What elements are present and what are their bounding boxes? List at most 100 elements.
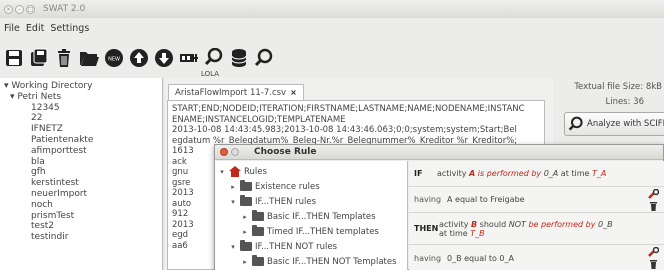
choose-rule-dialog: Choose Rule ▾ Rules ▸ Existence rules ▾ …	[214, 144, 664, 270]
rule-category-existence[interactable]: ▸ Existence rules	[215, 179, 407, 194]
then-text: should	[477, 219, 509, 229]
having-keyword: having	[414, 253, 442, 263]
tree-item[interactable]: 22	[0, 113, 162, 124]
tree-item[interactable]: kerstintest	[0, 178, 162, 189]
if-keyword: IF	[414, 169, 423, 178]
tree-item[interactable]: bla	[0, 157, 162, 168]
save-button[interactable]	[2, 44, 26, 72]
search-icon	[568, 116, 583, 131]
wrench-icon[interactable]	[647, 247, 659, 258]
then-text: at time	[439, 228, 471, 238]
tree-item[interactable]: neuerImport	[0, 189, 162, 200]
wrench-icon[interactable]	[647, 189, 659, 200]
upload-button[interactable]	[127, 44, 151, 72]
menu-settings[interactable]: Settings	[50, 23, 89, 34]
tree-group-petri-nets[interactable]: ▾ Petri Nets	[0, 92, 162, 103]
folder-icon	[252, 225, 264, 236]
if-text: at time	[558, 169, 593, 178]
search-button[interactable]	[252, 44, 276, 72]
agent-a: 0_A	[543, 169, 559, 178]
rule-having-row-2: having 0_B equal to 0_A	[409, 245, 664, 270]
then-text: be performed by	[525, 219, 598, 229]
then-keyword: THEN	[414, 224, 439, 233]
having-keyword: having	[414, 195, 442, 204]
menu-bar: File Edit Settings	[0, 18, 664, 38]
dialog-title: Choose Rule	[254, 147, 317, 157]
tree-item[interactable]: IFNETZ	[0, 124, 162, 135]
tree-item[interactable]: afimporttest	[0, 146, 162, 157]
having-condition-1: A equal to Freigabe	[447, 195, 525, 204]
rule-category-if-then-not[interactable]: ▾ IF...THEN NOT rules	[215, 239, 407, 254]
tab-file-label: AristaFlowImport 11-7.csv	[175, 88, 287, 98]
tree-item[interactable]: gfh	[0, 167, 162, 178]
svg-text:NEW: NEW	[108, 57, 120, 63]
file-line: 2013-10-08 14:43:45.983;2013-10-08 14:43…	[172, 125, 517, 135]
tree-group-label: Petri Nets	[17, 91, 62, 102]
if-condition: activity A is performed by 0_A at time T…	[437, 169, 606, 178]
folder-icon	[240, 240, 252, 251]
rule-tree-label: Existence rules	[255, 181, 320, 192]
save-as-icon	[31, 48, 48, 66]
folder-icon	[240, 195, 252, 206]
download-button[interactable]	[152, 44, 176, 72]
close-window-button[interactable]: ×	[4, 4, 13, 14]
tree-root[interactable]: ▾ Working Directory	[0, 81, 162, 92]
chevron-down-icon: ▾	[231, 242, 235, 251]
arrow-up-circle-icon	[130, 49, 148, 67]
window-title: SWAT 2.0	[43, 4, 86, 14]
rule-category-if-then[interactable]: ▾ IF...THEN rules	[215, 194, 407, 209]
rule-tree-label: Basic IF...THEN Templates	[267, 211, 376, 222]
save-icon	[6, 50, 22, 66]
file-line: START;END;NODEID;ITERATION;FIRSTNAME;LAS…	[172, 104, 525, 114]
tree-item[interactable]: Patientenakte	[0, 135, 162, 146]
folder-open-icon	[80, 52, 99, 66]
search-icon	[254, 48, 273, 67]
tab-close-icon[interactable]: ×	[290, 85, 297, 101]
menu-edit[interactable]: Edit	[26, 23, 44, 34]
analyze-sciff-button[interactable]: Analyze with SCIFF	[564, 112, 664, 136]
having-condition-2: 0_B equal to 0_A	[447, 253, 514, 263]
rule-if-row: IF activity A is performed by 0_A at tim…	[409, 161, 664, 187]
open-folder-button[interactable]	[77, 44, 101, 72]
rule-template-basic-if-then[interactable]: ▸ Basic IF...THEN Templates	[215, 209, 407, 224]
lola-label: LOLA	[201, 70, 220, 78]
rule-template-basic-if-then-not[interactable]: ▸ Basic IF...THEN NOT Templates	[215, 254, 407, 269]
new-button[interactable]: NEW	[102, 44, 126, 72]
tree-item[interactable]: 12345	[0, 103, 162, 114]
tree-item[interactable]: testindir	[0, 232, 162, 243]
minimize-window-button[interactable]: –	[15, 4, 24, 14]
new-badge-icon: NEW	[105, 49, 123, 67]
dialog-minimize-button[interactable]	[231, 148, 239, 156]
row-actions	[647, 189, 659, 211]
then-condition: activity B should NOT be performed by 0_…	[439, 220, 613, 238]
title-bar: × – □ SWAT 2.0	[0, 0, 664, 18]
rule-template-timed-if-then[interactable]: ▸ Timed IF...THEN templates	[215, 224, 407, 239]
tree-root-label: Working Directory	[11, 81, 93, 91]
agent-b: 0_B	[597, 219, 613, 229]
trash-icon[interactable]	[649, 259, 658, 269]
lola-button[interactable]: LOLA	[201, 44, 226, 78]
maximize-window-button[interactable]: □	[26, 4, 35, 14]
database-button[interactable]	[227, 44, 251, 72]
network-icon	[180, 54, 198, 62]
tree-item[interactable]: test2	[0, 221, 162, 232]
chevron-down-icon: ▾	[231, 197, 235, 206]
menu-file[interactable]: File	[4, 23, 20, 34]
rule-tree-root[interactable]: ▾ Rules	[215, 164, 407, 179]
delete-button[interactable]	[52, 44, 76, 72]
tab-file[interactable]: AristaFlowImport 11-7.csv ×	[168, 84, 304, 101]
tree-item[interactable]: noch	[0, 200, 162, 211]
row-actions	[647, 247, 659, 269]
tree-item[interactable]: prismTest	[0, 211, 162, 222]
save-as-button[interactable]	[27, 44, 51, 72]
if-text: is performed by	[475, 169, 544, 178]
rule-tree: ▾ Rules ▸ Existence rules ▾ IF...THEN ru…	[215, 161, 408, 270]
home-icon	[229, 166, 241, 177]
rule-tree-label: Rules	[244, 166, 267, 177]
chevron-right-icon: ▸	[243, 227, 247, 236]
trash-icon[interactable]	[649, 201, 658, 211]
toolbar: NEW LOLA	[0, 38, 664, 78]
model-button[interactable]	[177, 44, 201, 72]
database-icon	[231, 49, 247, 67]
dialog-close-button[interactable]	[220, 148, 228, 156]
